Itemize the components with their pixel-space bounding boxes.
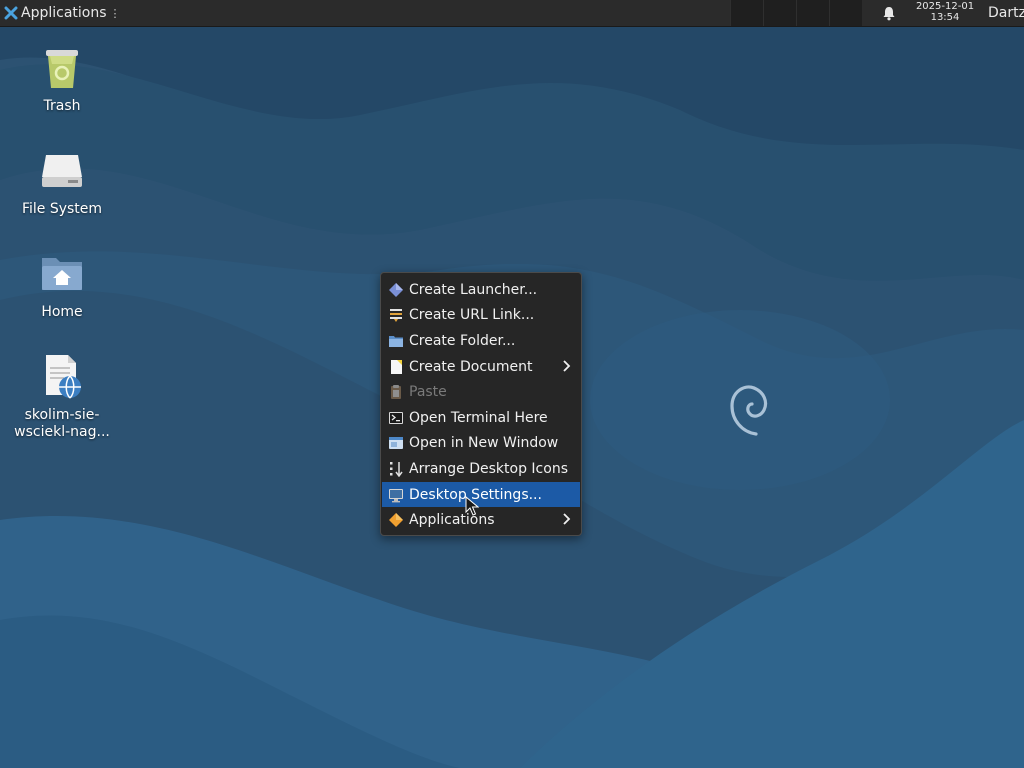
user-menu[interactable]: Dartz [988, 0, 1024, 26]
desktop-icon-label: Home [41, 304, 83, 320]
desktop-icon-label: File System [21, 201, 103, 217]
menu-item-label: Arrange Desktop Icons [409, 460, 568, 477]
debian-swirl-logo [730, 385, 768, 436]
home-folder-icon [42, 258, 82, 290]
desktop-context-menu: Create Launcher... Create URL Link... Cr… [380, 272, 582, 536]
menu-item-label: Create URL Link... [409, 307, 535, 324]
chevron-right-icon [563, 360, 571, 372]
xfce-logo-icon [4, 6, 18, 20]
menu-item-open-new-window[interactable]: Open in New Window [382, 431, 580, 457]
menu-item-create-document[interactable]: Create Document [382, 354, 580, 380]
menu-item-label: Open Terminal Here [409, 409, 548, 426]
desktop-icon-home[interactable]: Home [10, 250, 114, 321]
applications-menu-button[interactable]: Applications ⋮ [0, 0, 125, 26]
clipboard-icon [391, 385, 401, 400]
trash-icon [46, 50, 78, 88]
panel-tray: 2025-12-01 13:54 Dartz [868, 0, 1024, 26]
menu-item-create-url-link[interactable]: Create URL Link... [382, 303, 580, 329]
menu-item-paste[interactable]: Paste [382, 379, 580, 405]
clock[interactable]: 2025-12-01 13:54 [910, 1, 980, 23]
menu-item-label: Create Document [409, 358, 533, 375]
terminal-icon [389, 411, 403, 424]
workspace-2[interactable] [763, 0, 796, 26]
menu-item-create-launcher[interactable]: Create Launcher... [382, 277, 580, 303]
clock-date: 2025-12-01 [915, 1, 975, 12]
menu-item-arrange-icons[interactable]: Arrange Desktop Icons [382, 456, 580, 482]
drive-icon [42, 155, 82, 187]
arrange-icon [390, 461, 403, 477]
menu-item-applications[interactable]: Applications [382, 507, 580, 533]
desktop-settings-icon [389, 488, 403, 502]
desktop-icon-trash[interactable]: Trash [10, 44, 114, 115]
launcher-icon [389, 282, 403, 297]
desktop-icon-label: skolim-sie-wsciekl-nag... [14, 407, 110, 440]
chevron-right-icon [563, 513, 571, 525]
desktop-icon-document[interactable]: skolim-sie-wsciekl-nag... [10, 353, 114, 441]
document-web-icon [46, 355, 81, 399]
menu-item-label: Paste [409, 384, 447, 401]
menu-item-label: Open in New Window [409, 435, 559, 452]
menu-item-label: Applications [409, 512, 495, 529]
applications-label: Applications [21, 5, 107, 21]
desktop[interactable]: Applications ⋮ 2025-12-01 13:54 Dartz Tr… [0, 0, 1024, 768]
workspace-switcher[interactable] [730, 0, 862, 26]
menu-item-create-folder[interactable]: Create Folder... [382, 328, 580, 354]
url-link-icon [390, 309, 402, 323]
workspace-1[interactable] [730, 0, 763, 26]
workspace-4[interactable] [829, 0, 862, 26]
window-icon [389, 437, 403, 450]
menu-item-open-terminal[interactable]: Open Terminal Here [382, 405, 580, 431]
desktop-icon-label: Trash [43, 98, 81, 114]
folder-icon [389, 335, 403, 347]
mouse-pointer-icon [465, 496, 479, 516]
menu-item-desktop-settings[interactable]: Desktop Settings... [382, 481, 580, 508]
document-icon [391, 359, 402, 374]
notification-bell-icon[interactable] [882, 6, 896, 21]
menu-item-label: Create Folder... [409, 332, 516, 349]
applications-icon [389, 513, 403, 528]
menu-item-label: Create Launcher... [409, 281, 538, 298]
workspace-3[interactable] [796, 0, 829, 26]
top-panel: Applications ⋮ 2025-12-01 13:54 Dartz [0, 0, 1024, 27]
applications-handle: ⋮ [109, 6, 121, 20]
clock-time: 13:54 [930, 12, 960, 23]
desktop-icon-file-system[interactable]: File System [10, 147, 114, 218]
